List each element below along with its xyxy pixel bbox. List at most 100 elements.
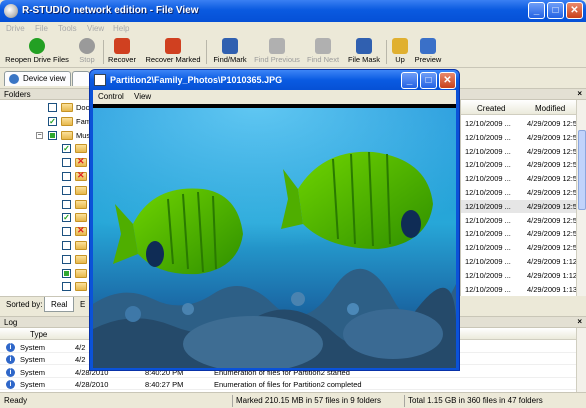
image-viewer-window[interactable]: Partition2\Family_Photos\P1010365.JPG _ …: [89, 69, 460, 371]
tree-item-checkbox[interactable]: ✓: [48, 116, 57, 126]
log-row[interactable]: i System 4/28/2010 8:40:27 PM Enumeration of…: [0, 378, 576, 390]
find-next-icon: [315, 38, 331, 54]
viewer-menu-view[interactable]: View: [134, 92, 151, 101]
column-type[interactable]: Type: [30, 330, 47, 339]
app-icon: [4, 4, 18, 18]
folders-close-icon[interactable]: ×: [577, 89, 582, 98]
up-button[interactable]: Up: [389, 37, 411, 67]
file-row[interactable]: 12/10/2009 ... 4/29/2009 1:13: [461, 283, 576, 296]
info-icon: i: [6, 367, 15, 377]
recover-marked-button[interactable]: Recover Marked: [142, 37, 204, 67]
find-mark-button[interactable]: Find/Mark: [208, 37, 252, 67]
tree-item-checkbox[interactable]: [62, 227, 71, 237]
tree-item[interactable]: ✓ Fam: [0, 115, 92, 128]
menu-file[interactable]: File: [35, 24, 48, 33]
reopen-drive-files-button[interactable]: Reopen Drive Files: [4, 37, 70, 67]
minimize-button[interactable]: _: [528, 2, 545, 19]
folder-icon: [75, 268, 87, 278]
viewer-menu-control[interactable]: Control: [98, 92, 124, 101]
tree-item[interactable]: [0, 184, 92, 197]
file-modified: 4/29/2009 12:5: [527, 188, 576, 197]
tree-item[interactable]: [0, 280, 92, 293]
tree-item[interactable]: [0, 239, 92, 252]
file-list[interactable]: Created Modified 12/10/2009 ... 4/29/2009…: [460, 100, 576, 296]
tree-item[interactable]: [0, 267, 92, 280]
tree-item-checkbox[interactable]: [62, 241, 71, 250]
tab-device-view[interactable]: Device view: [4, 71, 71, 86]
collapse-toggle[interactable]: −: [36, 131, 43, 139]
menu-help[interactable]: Help: [113, 24, 129, 33]
file-row[interactable]: 12/10/2009 ... 4/29/2009 12:5: [461, 241, 576, 254]
menu-drive[interactable]: Drive: [6, 24, 25, 33]
tree-item-checkbox[interactable]: [62, 172, 71, 181]
file-row[interactable]: 12/10/2009 ... 4/29/2009 1:12: [461, 269, 576, 282]
tree-item-checkbox[interactable]: [48, 130, 57, 140]
tree-item-checkbox[interactable]: [62, 282, 71, 292]
file-row[interactable]: 12/10/2009 ... 4/29/2009 12:5: [461, 186, 576, 199]
preview-button[interactable]: Preview: [413, 37, 443, 67]
log-scrollbar[interactable]: [576, 328, 586, 392]
tree-item-checkbox[interactable]: [62, 268, 71, 278]
file-row[interactable]: 12/10/2009 ... 4/29/2009 12:5: [461, 145, 576, 158]
file-mask-button[interactable]: File Mask: [345, 37, 383, 67]
tree-item[interactable]: − Mus: [0, 129, 92, 142]
file-row[interactable]: 12/10/2009 ... 4/29/2009 12:5: [461, 117, 576, 130]
file-created: 12/10/2009 ...: [465, 243, 511, 253]
menu-tools[interactable]: Tools: [58, 24, 77, 33]
tree-item[interactable]: [0, 170, 92, 183]
info-icon: i: [6, 355, 15, 365]
file-row[interactable]: 12/10/2009 ... 4/29/2009 12:5: [461, 214, 576, 227]
folder-icon: [75, 199, 87, 209]
tree-item[interactable]: ✓: [0, 142, 92, 155]
status-bar: Ready Marked 210.15 MB in 57 files in 9 …: [0, 392, 586, 408]
sort-bar: Sorted by: Real E: [0, 296, 92, 312]
sort-tab-other[interactable]: E: [80, 300, 85, 309]
file-row[interactable]: 12/10/2009 ... 4/29/2009 1:12: [461, 255, 576, 268]
recover-button[interactable]: Recover: [104, 37, 140, 67]
find-previous-label: Find Previous: [254, 55, 300, 64]
sort-tab-real[interactable]: Real: [44, 297, 75, 312]
tree-item[interactable]: [0, 253, 92, 266]
tree-item-checkbox[interactable]: [62, 158, 71, 168]
recover-label: Recover: [108, 55, 136, 64]
close-button[interactable]: ✕: [566, 2, 583, 19]
tree-item-checkbox[interactable]: [62, 199, 71, 209]
file-row[interactable]: 12/10/2009 ... 4/29/2009 12:5: [461, 199, 576, 213]
log-close-icon[interactable]: ×: [577, 317, 582, 326]
viewer-close-button[interactable]: ✕: [439, 72, 456, 89]
viewer-title-bar[interactable]: Partition2\Family_Photos\P1010365.JPG _ …: [90, 70, 459, 90]
recover-marked-icon: [165, 38, 181, 54]
file-row[interactable]: 12/10/2009 ... 4/29/2009 12:5: [461, 172, 576, 185]
find-previous-icon: [269, 38, 285, 54]
maximize-button[interactable]: □: [547, 2, 564, 19]
tree-item-checkbox[interactable]: ✓: [62, 213, 71, 223]
file-modified: 4/29/2009 12:5: [527, 160, 576, 170]
file-row[interactable]: 12/10/2009 ... 4/29/2009 12:5: [461, 131, 576, 144]
tree-item-checkbox[interactable]: [62, 185, 71, 195]
tree-item[interactable]: [0, 225, 92, 238]
viewer-maximize-button[interactable]: □: [420, 72, 437, 89]
viewer-menu-bar: Control View: [93, 90, 456, 104]
tab-file-view[interactable]: [72, 71, 90, 86]
file-row[interactable]: 12/10/2009 ... 4/29/2009 12:5: [461, 227, 576, 240]
menu-view[interactable]: View: [87, 24, 104, 33]
find-previous-button[interactable]: Find Previous: [252, 37, 302, 67]
column-created[interactable]: Created: [477, 104, 505, 113]
tree-item[interactable]: [0, 156, 92, 169]
tree-item[interactable]: Doc: [0, 101, 92, 114]
tree-item-checkbox[interactable]: [62, 254, 71, 264]
stop-button[interactable]: Stop: [74, 37, 100, 67]
tree-item[interactable]: [0, 198, 92, 211]
scrollbar-thumb[interactable]: [578, 130, 586, 210]
file-row[interactable]: 12/10/2009 ... 4/29/2009 12:5: [461, 158, 576, 171]
column-modified[interactable]: Modified: [535, 104, 565, 113]
find-next-button[interactable]: Find Next: [303, 37, 343, 67]
tree-item-checkbox[interactable]: [48, 103, 57, 112]
tree-item-checkbox[interactable]: ✓: [62, 144, 71, 154]
file-list-scrollbar[interactable]: [576, 100, 586, 296]
folder-tree[interactable]: Doc ✓Fam−Mus ✓ ✓: [0, 100, 92, 296]
tree-item[interactable]: ✓: [0, 211, 92, 224]
toolbar-separator: [386, 40, 387, 64]
folder-icon: [75, 282, 87, 292]
viewer-minimize-button[interactable]: _: [401, 72, 418, 89]
